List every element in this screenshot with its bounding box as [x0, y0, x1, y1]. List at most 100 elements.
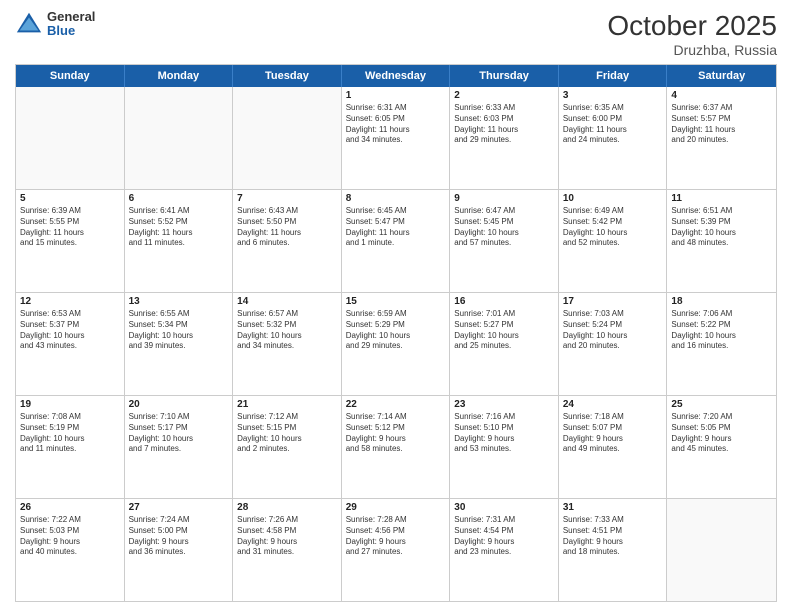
- calendar-body: 1 Sunrise: 6:31 AM Sunset: 6:05 PM Daylig…: [16, 87, 776, 601]
- day-number: 6: [129, 193, 229, 204]
- calendar-cell: 17 Sunrise: 7:03 AM Sunset: 5:24 PM Dayli…: [559, 293, 668, 395]
- calendar-cell: 25 Sunrise: 7:20 AM Sunset: 5:05 PM Dayli…: [667, 396, 776, 498]
- title-block: October 2025 Druzhba, Russia: [607, 10, 777, 58]
- calendar-cell: 5Sunrise: 6:39 AM Sunset: 5:55 PM Daylig…: [16, 190, 125, 292]
- day-number: 18: [671, 296, 772, 307]
- calendar-cell: 21 Sunrise: 7:12 AM Sunset: 5:15 PM Dayli…: [233, 396, 342, 498]
- day-number: 20: [129, 399, 229, 410]
- calendar-cell: 12 Sunrise: 6:53 AM Sunset: 5:37 PM Dayli…: [16, 293, 125, 395]
- header: General Blue October 2025 Druzhba, Russi…: [15, 10, 777, 58]
- calendar-cell: 8Sunrise: 6:45 AM Sunset: 5:47 PM Daylig…: [342, 190, 451, 292]
- day-number: 21: [237, 399, 337, 410]
- calendar-cell: 10Sunrise: 6:49 AM Sunset: 5:42 PM Dayli…: [559, 190, 668, 292]
- logo-blue: Blue: [47, 24, 95, 38]
- day-number: 12: [20, 296, 120, 307]
- calendar-cell: 27 Sunrise: 7:24 AM Sunset: 5:00 PM Dayli…: [125, 499, 234, 601]
- day-info: Sunrise: 7:08 AM Sunset: 5:19 PM Dayligh…: [20, 412, 120, 455]
- day-number: 1: [346, 90, 446, 101]
- day-number: 2: [454, 90, 554, 101]
- calendar-row: 26 Sunrise: 7:22 AM Sunset: 5:03 PM Dayli…: [16, 499, 776, 601]
- calendar-cell: 3 Sunrise: 6:35 AM Sunset: 6:00 PM Daylig…: [559, 87, 668, 189]
- day-info: Sunrise: 7:12 AM Sunset: 5:15 PM Dayligh…: [237, 412, 337, 455]
- calendar-row: 5Sunrise: 6:39 AM Sunset: 5:55 PM Daylig…: [16, 190, 776, 293]
- day-info: Sunrise: 6:41 AM Sunset: 5:52 PM Dayligh…: [129, 206, 229, 249]
- calendar: SundayMondayTuesdayWednesdayThursdayFrid…: [15, 64, 777, 602]
- day-info: Sunrise: 7:26 AM Sunset: 4:58 PM Dayligh…: [237, 515, 337, 558]
- day-info: Sunrise: 6:43 AM Sunset: 5:50 PM Dayligh…: [237, 206, 337, 249]
- day-info: Sunrise: 7:20 AM Sunset: 5:05 PM Dayligh…: [671, 412, 772, 455]
- day-info: Sunrise: 6:37 AM Sunset: 5:57 PM Dayligh…: [671, 103, 772, 146]
- day-info: Sunrise: 6:53 AM Sunset: 5:37 PM Dayligh…: [20, 309, 120, 352]
- calendar-cell: 6 Sunrise: 6:41 AM Sunset: 5:52 PM Daylig…: [125, 190, 234, 292]
- calendar-cell: 29 Sunrise: 7:28 AM Sunset: 4:56 PM Dayli…: [342, 499, 451, 601]
- day-info: Sunrise: 6:51 AM Sunset: 5:39 PM Dayligh…: [671, 206, 772, 249]
- day-number: 5: [20, 193, 120, 204]
- day-number: 7: [237, 193, 337, 204]
- day-header: Friday: [559, 65, 668, 87]
- calendar-row: 1 Sunrise: 6:31 AM Sunset: 6:05 PM Daylig…: [16, 87, 776, 190]
- day-info: Sunrise: 7:31 AM Sunset: 4:54 PM Dayligh…: [454, 515, 554, 558]
- day-number: 3: [563, 90, 663, 101]
- logo-general: General: [47, 10, 95, 24]
- day-info: Sunrise: 6:55 AM Sunset: 5:34 PM Dayligh…: [129, 309, 229, 352]
- day-info: Sunrise: 7:06 AM Sunset: 5:22 PM Dayligh…: [671, 309, 772, 352]
- subtitle: Druzhba, Russia: [607, 42, 777, 58]
- calendar-cell: [125, 87, 234, 189]
- day-number: 16: [454, 296, 554, 307]
- day-info: Sunrise: 7:03 AM Sunset: 5:24 PM Dayligh…: [563, 309, 663, 352]
- logo: General Blue: [15, 10, 95, 39]
- calendar-cell: 28Sunrise: 7:26 AM Sunset: 4:58 PM Dayli…: [233, 499, 342, 601]
- day-number: 24: [563, 399, 663, 410]
- logo-text: General Blue: [47, 10, 95, 39]
- month-title: October 2025: [607, 10, 777, 42]
- calendar-cell: 15 Sunrise: 6:59 AM Sunset: 5:29 PM Dayli…: [342, 293, 451, 395]
- calendar-cell: 11 Sunrise: 6:51 AM Sunset: 5:39 PM Dayli…: [667, 190, 776, 292]
- calendar-cell: 9 Sunrise: 6:47 AM Sunset: 5:45 PM Daylig…: [450, 190, 559, 292]
- day-info: Sunrise: 6:35 AM Sunset: 6:00 PM Dayligh…: [563, 103, 663, 146]
- day-number: 23: [454, 399, 554, 410]
- calendar-cell: 2 Sunrise: 6:33 AM Sunset: 6:03 PM Daylig…: [450, 87, 559, 189]
- day-number: 29: [346, 502, 446, 513]
- day-info: Sunrise: 7:10 AM Sunset: 5:17 PM Dayligh…: [129, 412, 229, 455]
- day-number: 15: [346, 296, 446, 307]
- day-info: Sunrise: 6:31 AM Sunset: 6:05 PM Dayligh…: [346, 103, 446, 146]
- day-info: Sunrise: 7:01 AM Sunset: 5:27 PM Dayligh…: [454, 309, 554, 352]
- day-header: Monday: [125, 65, 234, 87]
- page: General Blue October 2025 Druzhba, Russi…: [0, 0, 792, 612]
- day-number: 19: [20, 399, 120, 410]
- calendar-cell: 14Sunrise: 6:57 AM Sunset: 5:32 PM Dayli…: [233, 293, 342, 395]
- day-info: Sunrise: 7:28 AM Sunset: 4:56 PM Dayligh…: [346, 515, 446, 558]
- calendar-header: SundayMondayTuesdayWednesdayThursdayFrid…: [16, 65, 776, 87]
- day-number: 9: [454, 193, 554, 204]
- calendar-cell: 13Sunrise: 6:55 AM Sunset: 5:34 PM Dayli…: [125, 293, 234, 395]
- day-header: Tuesday: [233, 65, 342, 87]
- day-number: 11: [671, 193, 772, 204]
- day-info: Sunrise: 7:16 AM Sunset: 5:10 PM Dayligh…: [454, 412, 554, 455]
- day-number: 31: [563, 502, 663, 513]
- calendar-row: 19 Sunrise: 7:08 AM Sunset: 5:19 PM Dayli…: [16, 396, 776, 499]
- calendar-cell: 1 Sunrise: 6:31 AM Sunset: 6:05 PM Daylig…: [342, 87, 451, 189]
- calendar-cell: 7 Sunrise: 6:43 AM Sunset: 5:50 PM Daylig…: [233, 190, 342, 292]
- calendar-cell: 24Sunrise: 7:18 AM Sunset: 5:07 PM Dayli…: [559, 396, 668, 498]
- calendar-cell: 4 Sunrise: 6:37 AM Sunset: 5:57 PM Daylig…: [667, 87, 776, 189]
- day-number: 27: [129, 502, 229, 513]
- day-number: 26: [20, 502, 120, 513]
- calendar-cell: [16, 87, 125, 189]
- day-info: Sunrise: 7:24 AM Sunset: 5:00 PM Dayligh…: [129, 515, 229, 558]
- day-info: Sunrise: 6:47 AM Sunset: 5:45 PM Dayligh…: [454, 206, 554, 249]
- day-info: Sunrise: 6:33 AM Sunset: 6:03 PM Dayligh…: [454, 103, 554, 146]
- calendar-cell: [233, 87, 342, 189]
- day-number: 8: [346, 193, 446, 204]
- day-number: 4: [671, 90, 772, 101]
- calendar-cell: [667, 499, 776, 601]
- calendar-cell: 30Sunrise: 7:31 AM Sunset: 4:54 PM Dayli…: [450, 499, 559, 601]
- calendar-cell: 23 Sunrise: 7:16 AM Sunset: 5:10 PM Dayli…: [450, 396, 559, 498]
- day-header: Thursday: [450, 65, 559, 87]
- day-number: 25: [671, 399, 772, 410]
- day-header: Saturday: [667, 65, 776, 87]
- day-info: Sunrise: 6:59 AM Sunset: 5:29 PM Dayligh…: [346, 309, 446, 352]
- logo-icon: [15, 10, 43, 38]
- day-number: 10: [563, 193, 663, 204]
- day-number: 17: [563, 296, 663, 307]
- day-info: Sunrise: 7:22 AM Sunset: 5:03 PM Dayligh…: [20, 515, 120, 558]
